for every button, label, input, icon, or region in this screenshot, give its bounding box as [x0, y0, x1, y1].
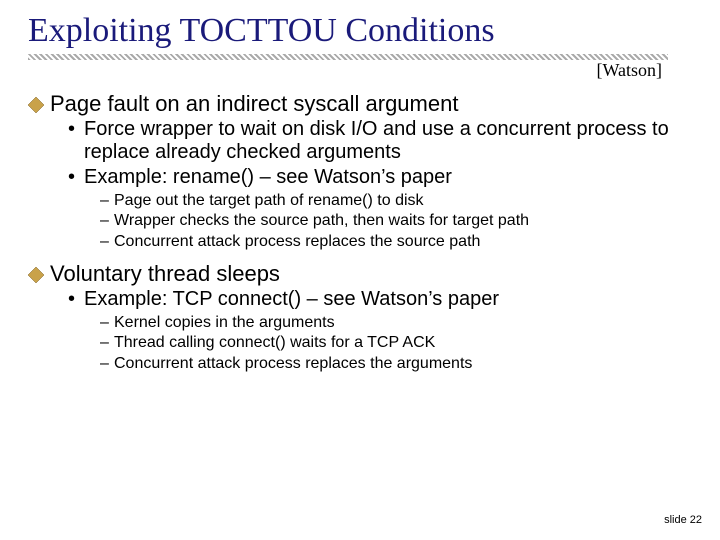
- dot-icon: •: [68, 118, 84, 141]
- sub-text: Kernel copies in the arguments: [114, 313, 335, 332]
- heading-text: Page fault on an indirect syscall argume…: [50, 91, 458, 116]
- heading-text: Voluntary thread sleeps: [50, 261, 280, 286]
- bullet-level3: – Concurrent attack process replaces the…: [100, 232, 692, 251]
- sub-text: Concurrent attack process replaces the s…: [114, 232, 480, 251]
- dash-icon: –: [100, 333, 114, 352]
- bullet-level3: – Page out the target path of rename() t…: [100, 191, 692, 210]
- bullet-level3: – Kernel copies in the arguments: [100, 313, 692, 332]
- slide: Exploiting TOCTTOU Conditions [Watson] P…: [0, 0, 720, 540]
- dash-icon: –: [100, 354, 114, 373]
- sub-text: Thread calling connect() waits for a TCP…: [114, 333, 435, 352]
- bullet-level2: • Example: rename() – see Watson’s paper: [68, 166, 692, 189]
- slide-body: Page fault on an indirect syscall argume…: [28, 91, 692, 373]
- citation: [Watson]: [28, 60, 662, 81]
- dot-icon: •: [68, 288, 84, 311]
- bullet-level1: Voluntary thread sleeps: [28, 261, 692, 286]
- bullet-text: Force wrapper to wait on disk I/O and us…: [84, 118, 692, 164]
- diamond-icon: [28, 91, 50, 113]
- sub-text: Page out the target path of rename() to …: [114, 191, 424, 210]
- slide-title: Exploiting TOCTTOU Conditions: [28, 12, 692, 50]
- bullet-level3: – Wrapper checks the source path, then w…: [100, 211, 692, 230]
- dash-icon: –: [100, 232, 114, 251]
- sub-text: Wrapper checks the source path, then wai…: [114, 211, 529, 230]
- bullet-level3: – Thread calling connect() waits for a T…: [100, 333, 692, 352]
- slide-number: slide 22: [664, 514, 702, 526]
- dot-icon: •: [68, 166, 84, 189]
- dash-icon: –: [100, 313, 114, 332]
- dash-icon: –: [100, 191, 114, 210]
- bullet-level2: • Example: TCP connect() – see Watson’s …: [68, 288, 692, 311]
- bullet-text: Example: TCP connect() – see Watson’s pa…: [84, 288, 499, 311]
- bullet-level2: • Force wrapper to wait on disk I/O and …: [68, 118, 692, 164]
- diamond-icon: [28, 261, 50, 283]
- bullet-level3: – Concurrent attack process replaces the…: [100, 354, 692, 373]
- dash-icon: –: [100, 211, 114, 230]
- bullet-text: Example: rename() – see Watson’s paper: [84, 166, 452, 189]
- bullet-level1: Page fault on an indirect syscall argume…: [28, 91, 692, 116]
- sub-text: Concurrent attack process replaces the a…: [114, 354, 472, 373]
